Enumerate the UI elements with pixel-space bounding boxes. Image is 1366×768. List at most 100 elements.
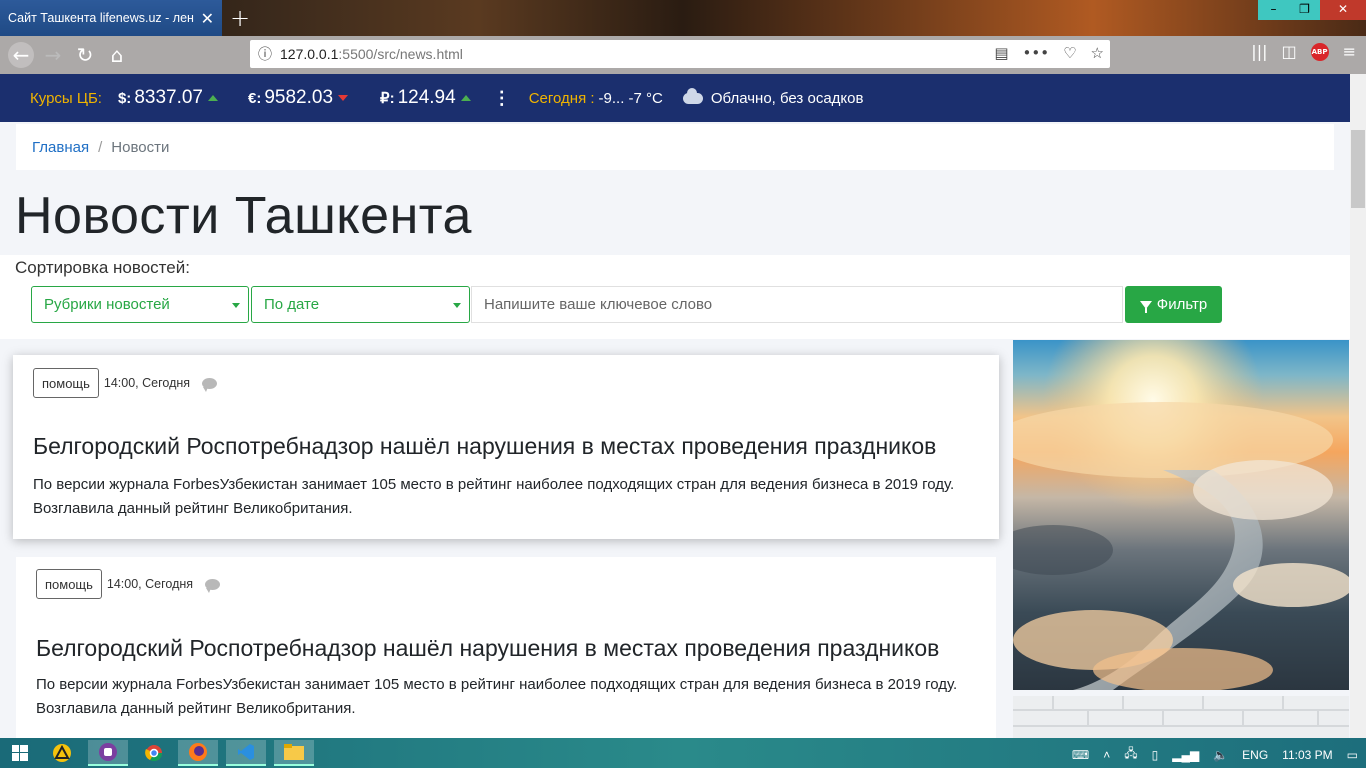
more-vertical-icon[interactable]: ⋮ [493,88,511,109]
eur-symbol: €: [248,89,262,107]
rub-value: 124.94 [397,87,456,108]
volume-icon[interactable]: 🔈 [1213,748,1228,762]
caret-down-icon [453,303,461,308]
category-select-value: Рубрики новостей [44,296,170,313]
category-select[interactable]: Рубрики новостей [31,286,249,323]
bookmark-star-icon[interactable]: ☆ [1091,44,1104,62]
news-meta: помощь 14:00, Сегодня [36,569,221,599]
news-card[interactable]: помощь 14:00, Сегодня Белгородский Роспо… [13,355,999,539]
news-time: 14:00, Сегодня [106,577,194,591]
usd-value: 8337.07 [134,87,203,108]
news-tag-button[interactable]: помощь [36,569,102,599]
windows-start-icon[interactable] [0,740,40,766]
app-triangle-icon[interactable] [42,740,82,766]
new-tab-button[interactable]: + [230,4,250,32]
eur-value: 9582.03 [264,87,334,108]
firefox-icon[interactable] [178,740,218,766]
browser-navbar: ← → ↻ ⌂ ⓘ 127.0.0.1:5500/src/news.html ▤… [0,36,1366,74]
sidebar-city-photo[interactable] [1013,340,1349,690]
wifi-signal-icon[interactable]: ▂▄▆ [1172,748,1199,762]
weather: Облачно, без осадков [682,87,864,107]
weather-text: Облачно, без осадков [710,89,864,107]
comment-icon[interactable] [202,377,218,392]
filter-button-label: Фильтр [1156,296,1208,313]
notifications-icon[interactable]: ▭ [1347,748,1358,762]
trend-down-icon [338,95,349,101]
rate-eur: €: 9582.03 [248,87,349,109]
url-actions: ▤ ••• ♡ ☆ [994,44,1104,62]
date-select[interactable]: По дате [251,286,470,323]
url-text: 127.0.0.1:5500/src/news.html [280,46,463,62]
breadcrumb-separator: / [98,138,103,156]
news-tag-button[interactable]: помощь [33,368,99,398]
chrome-icon[interactable] [134,740,174,766]
minimize-button[interactable]: – [1258,0,1289,20]
browser-tab[interactable]: Сайт Ташкента lifenews.uz - лента ✕ [0,0,222,36]
pocket-icon[interactable]: ♡ [1063,44,1076,62]
chevron-up-icon[interactable]: ˄ [1103,748,1110,762]
system-tray: ⌨ ˄ 🖧 ▯ ▂▄▆ 🔈 ENG 11:03 PM ▭ [1072,744,1358,765]
date-select-value: По дате [264,296,320,313]
filter-funnel-icon [1139,300,1152,313]
menu-icon[interactable]: ≡ [1343,42,1356,61]
news-text: По версии журнала ForbesУзбекистан заним… [36,676,958,717]
adblock-icon[interactable]: ABP [1310,42,1329,61]
cloud-icon [682,87,703,104]
rub-symbol: ₽: [380,90,395,107]
news-meta: помощь 14:00, Сегодня [33,368,218,398]
keyboard-icon[interactable]: ⌨ [1072,748,1089,762]
trend-up-icon [208,95,218,101]
vscode-icon[interactable] [226,740,266,766]
reload-icon[interactable]: ↻ [72,42,98,68]
scrollbar-thumb[interactable] [1351,130,1365,208]
sort-label: Сортировка новостей: [15,258,190,277]
maximize-button[interactable]: ❐ [1289,0,1320,20]
rates-weather-bar: Курсы ЦБ: $: 8337.07 €: 9582.03 ₽: 124.9… [0,74,1350,122]
keyword-input[interactable] [471,286,1123,323]
app-purple-icon[interactable] [88,740,128,766]
rates-label: Курсы ЦБ: [30,89,102,107]
tab-close-icon[interactable]: ✕ [201,9,214,28]
clock[interactable]: 11:03 PM [1282,748,1332,762]
window-controls: – ❐ ✕ [1258,0,1366,20]
forward-arrow-icon[interactable]: → [40,42,66,68]
tab-title: Сайт Ташкента lifenews.uz - лента [8,11,194,25]
news-text: По версии журнала ForbesУзбекистан заним… [33,476,955,517]
breadcrumb: Главная / Новости [16,124,1334,170]
file-explorer-icon[interactable] [274,740,314,766]
caret-down-icon [232,303,240,308]
news-time: 14:00, Сегодня [103,376,191,390]
close-window-button[interactable]: ✕ [1320,0,1366,20]
filter-button[interactable]: Фильтр [1125,286,1222,323]
news-title[interactable]: Белгородский Роспотребнадзор нашёл наруш… [33,433,936,460]
comment-icon[interactable] [205,578,221,593]
brick-wall-art [1013,696,1349,738]
library-icon[interactable]: ||| [1251,42,1267,61]
site-info-icon[interactable]: ⓘ [250,44,280,64]
address-bar[interactable]: ⓘ 127.0.0.1:5500/src/news.html ▤ ••• ♡ ☆ [250,40,1110,68]
rate-usd: $: 8337.07 [118,87,218,109]
reader-view-icon[interactable]: ▤ [994,44,1008,62]
page-title: Новости Ташкента [15,187,472,245]
windows-taskbar: ⌨ ˄ 🖧 ▯ ▂▄▆ 🔈 ENG 11:03 PM ▭ [0,738,1366,768]
news-title[interactable]: Белгородский Роспотребнадзор нашёл наруш… [36,635,939,662]
network-disconnected-icon[interactable]: 🖧 [1124,744,1137,765]
news-card[interactable]: помощь 14:00, Сегодня Белгородский Роспо… [16,557,996,738]
usd-symbol: $: [117,89,132,107]
city-photo-art [1013,340,1349,690]
browser-titlebar: Сайт Ташкента lifenews.uz - лента ✕ + – … [0,0,1366,36]
today-label: Сегодня : [528,89,595,107]
breadcrumb-current: Новости [111,138,170,156]
sidebar-icon[interactable]: ◫ [1281,42,1296,61]
device-icon[interactable]: ▯ [1152,748,1159,762]
temperature: -9... -7 °C [598,89,663,107]
toolbar-right: ||| ◫ ABP ≡ [1251,42,1356,61]
page-actions-icon[interactable]: ••• [1023,44,1050,62]
back-arrow-icon[interactable]: ← [8,42,34,68]
sidebar-brick-photo[interactable] [1013,696,1349,738]
home-icon[interactable]: ⌂ [104,42,130,68]
trend-up-icon [460,95,471,101]
language-indicator[interactable]: ENG [1242,748,1268,762]
breadcrumb-home-link[interactable]: Главная [32,139,89,156]
rate-rub: ₽: 124.94 [380,87,471,109]
